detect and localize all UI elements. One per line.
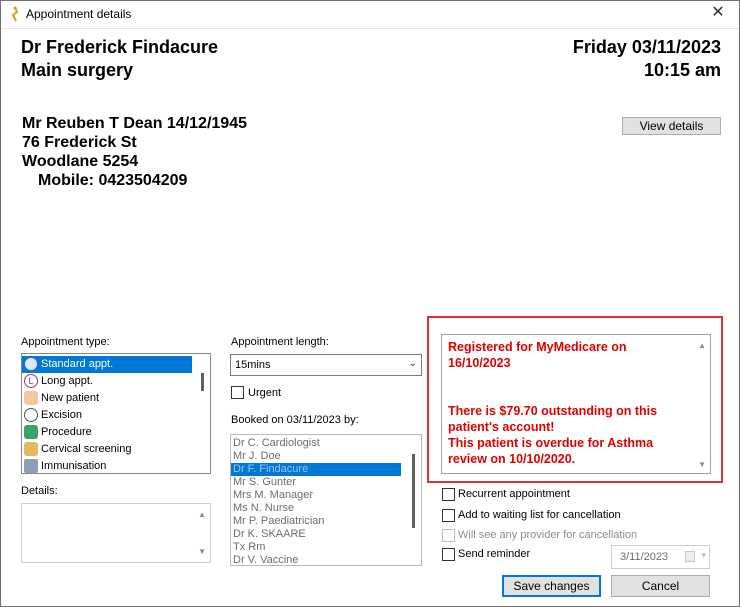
list-item[interactable]: Standard appt. <box>22 356 192 373</box>
booked-on-label: Booked on 03/11/2023 by: <box>231 414 359 426</box>
procedure-icon <box>24 425 38 440</box>
appointment-length-value: 15mins <box>235 359 271 371</box>
details-label: Details: <box>21 485 58 497</box>
location-name: Main surgery <box>21 60 134 80</box>
appointment-type-label: Appointment type: <box>21 336 110 348</box>
new-patient-icon <box>24 391 38 406</box>
list-item[interactable]: Immunisation <box>22 458 210 473</box>
list-item[interactable]: Excision <box>22 407 210 424</box>
list-item[interactable]: Cervical screening <box>22 441 210 458</box>
appointment-length-select[interactable]: 15mins ⌄ <box>230 354 422 376</box>
list-item[interactable]: Ms N. Nurse <box>231 502 421 515</box>
save-button[interactable]: Save changes <box>502 575 601 597</box>
long-appt-icon: L <box>24 374 38 389</box>
title-bar: Appointment details ✕ <box>0 0 740 29</box>
patient-name-dob: Mr Reuben T Dean 14/12/1945 <box>22 115 247 132</box>
cancel-button[interactable]: Cancel <box>611 575 710 597</box>
send-reminder-checkbox[interactable] <box>442 548 455 561</box>
urgent-checkbox[interactable] <box>231 386 244 399</box>
appointment-date: Friday 03/11/2023 <box>572 37 721 57</box>
alert-line-balance: There is $79.70 outstanding on this pati… <box>448 404 658 434</box>
scroll-up-icon[interactable]: ▲ <box>198 510 206 519</box>
list-item[interactable]: Mrs M. Manager <box>231 489 421 502</box>
list-item[interactable]: Dr F. Findacure <box>231 463 401 476</box>
patient-suburb: Woodlane 5254 <box>22 153 139 170</box>
scroll-down-icon[interactable]: ▼ <box>698 460 706 469</box>
window-title: Appointment details <box>26 7 132 21</box>
alert-line-overdue: This patient is overdue for Asthma revie… <box>448 436 654 466</box>
recurrent-checkbox[interactable] <box>442 488 455 501</box>
scrollbar[interactable] <box>407 435 421 565</box>
list-item[interactable]: Dr V. Vaccine <box>231 554 421 565</box>
reminder-date-picker[interactable]: 3/11/2023 ▾ <box>611 545 710 569</box>
patient-mobile: Mobile: 0423504209 <box>38 172 188 189</box>
app-icon <box>8 6 22 22</box>
waiting-list-label: Add to waiting list for cancellation <box>458 509 621 521</box>
any-provider-checkbox[interactable] <box>442 529 455 542</box>
details-textarea[interactable]: ▲ ▼ <box>21 503 211 563</box>
appointment-length-label: Appointment length: <box>231 336 329 348</box>
doctor-name: Dr Frederick Findacure <box>21 37 219 57</box>
urgent-label: Urgent <box>248 387 282 399</box>
alert-text: Registered for MyMedicare on 16/10/2023 … <box>448 339 688 467</box>
close-icon[interactable]: ✕ <box>696 0 740 28</box>
scrollbar-thumb[interactable] <box>201 373 204 391</box>
scroll-up-icon[interactable]: ▲ <box>698 341 706 350</box>
list-item[interactable]: Tx Rm <box>231 541 421 554</box>
syringe-icon <box>24 459 38 473</box>
list-item[interactable]: Mr J. Doe <box>231 450 421 463</box>
waiting-list-checkbox[interactable] <box>442 509 455 522</box>
reminder-date-value: 3/11/2023 <box>620 551 669 563</box>
provider-list[interactable]: Dr C. Cardiologist Mr J. Doe Dr F. Finda… <box>230 434 422 566</box>
clock-icon <box>24 408 38 423</box>
any-provider-label: Will see any provider for cancellation <box>458 529 638 541</box>
list-item[interactable]: Dr C. Cardiologist <box>231 437 421 450</box>
patient-street: 76 Frederick St <box>22 134 137 151</box>
alert-textbox[interactable]: Registered for MyMedicare on 16/10/2023 … <box>441 334 711 474</box>
list-item[interactable]: Mr S. Gunter <box>231 476 421 489</box>
chevron-down-icon: ▾ <box>701 550 706 560</box>
chevron-down-icon: ⌄ <box>408 358 417 369</box>
calendar-icon <box>685 551 695 562</box>
scrollbar-thumb[interactable] <box>412 454 415 528</box>
person-icon <box>24 442 38 457</box>
list-item[interactable]: Dr K. SKAARE <box>231 528 421 541</box>
appointment-type-list[interactable]: Standard appt. L Long appt. New patient E… <box>21 353 211 474</box>
appointment-time: 10:15 am <box>643 60 721 80</box>
scroll-down-icon[interactable]: ▼ <box>198 547 206 556</box>
view-details-button[interactable]: View details <box>622 117 721 135</box>
alert-line-medicare: Registered for MyMedicare on 16/10/2023 <box>448 340 627 370</box>
list-item[interactable]: Procedure <box>22 424 210 441</box>
list-item[interactable]: Mr P. Paediatrician <box>231 515 421 528</box>
list-item[interactable]: L Long appt. <box>22 373 210 390</box>
clock-icon <box>24 357 38 372</box>
send-reminder-label: Send reminder <box>458 548 531 560</box>
recurrent-label: Recurrent appointment <box>458 488 570 500</box>
list-item[interactable]: New patient <box>22 390 210 407</box>
scrollbar[interactable] <box>196 354 210 473</box>
